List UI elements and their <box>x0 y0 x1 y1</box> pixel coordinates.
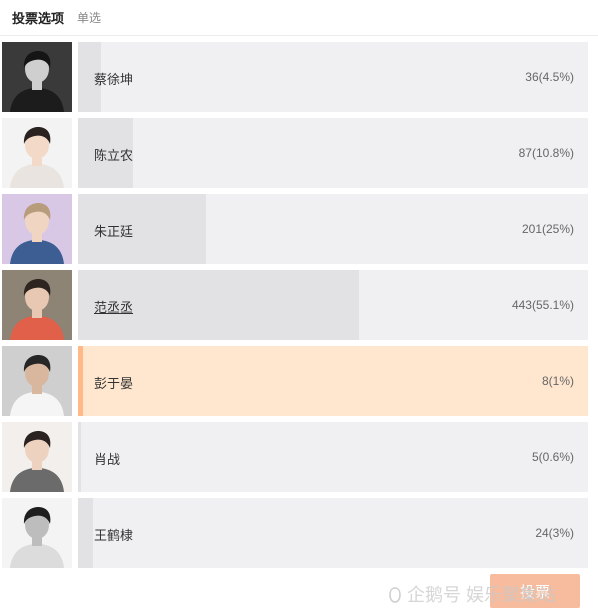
vote-percentage-fill <box>78 422 81 492</box>
candidate-photo-portrait <box>2 194 72 264</box>
candidate-name: 肖战 <box>94 452 121 467</box>
candidate-name: 范丞丞 <box>94 300 134 315</box>
poll-option[interactable]: 范丞丞 443(55.1%) <box>2 270 588 340</box>
vote-count: 443(55.1%) <box>511 298 574 312</box>
vote-count: 5(0.6%) <box>531 450 574 464</box>
vote-result-bar: 王鹤棣 24(3%) <box>78 498 588 568</box>
vote-result-bar: 朱正廷 201(25%) <box>78 194 588 264</box>
vote-result-bar: 彭于晏 8(1%) <box>78 346 588 416</box>
vote-result-bar: 范丞丞 443(55.1%) <box>78 270 588 340</box>
vote-count: 8(1%) <box>541 374 574 388</box>
candidate-photo-portrait <box>2 118 72 188</box>
vote-submit-button[interactable]: 投票 <box>490 574 580 608</box>
candidate-photo-portrait <box>2 42 72 112</box>
poll-option[interactable]: 陈立农 87(10.8%) <box>2 118 588 188</box>
vote-percentage-fill <box>78 346 83 416</box>
candidate-photo-portrait <box>2 270 72 340</box>
candidate-photo <box>2 346 72 416</box>
poll-option[interactable]: 朱正廷 201(25%) <box>2 194 588 264</box>
candidate-photo <box>2 118 72 188</box>
candidate-name: 朱正廷 <box>94 224 134 239</box>
poll-option[interactable]: 彭于晏 8(1%) <box>2 346 588 416</box>
poll-header: 投票选项 单选 <box>0 0 598 36</box>
poll-mode-label: 单选 <box>77 11 102 25</box>
poll-option[interactable]: 蔡徐坤 36(4.5%) <box>2 42 588 112</box>
candidate-photo-portrait <box>2 346 72 416</box>
candidate-photo <box>2 194 72 264</box>
candidate-photo-portrait <box>2 498 72 568</box>
candidate-name: 王鹤棣 <box>94 528 134 543</box>
poll-option[interactable]: 王鹤棣 24(3%) <box>2 498 588 568</box>
candidate-photo <box>2 270 72 340</box>
poll-option[interactable]: 肖战 5(0.6%) <box>2 422 588 492</box>
vote-count: 87(10.8%) <box>518 146 574 160</box>
vote-count: 36(4.5%) <box>525 70 574 84</box>
candidate-photo <box>2 498 72 568</box>
vote-count: 201(25%) <box>521 222 574 236</box>
candidate-name: 彭于晏 <box>94 376 134 391</box>
vote-result-bar: 蔡徐坤 36(4.5%) <box>78 42 588 112</box>
vote-result-bar: 陈立农 87(10.8%) <box>78 118 588 188</box>
vote-count: 24(3%) <box>535 526 574 540</box>
candidate-name: 蔡徐坤 <box>94 72 134 87</box>
poll-title: 投票选项 <box>12 11 65 26</box>
vote-percentage-fill <box>78 498 93 568</box>
candidate-photo <box>2 42 72 112</box>
penguin-logo-icon <box>389 587 401 603</box>
candidate-photo-portrait <box>2 422 72 492</box>
candidate-name: 陈立农 <box>94 148 134 163</box>
candidate-photo <box>2 422 72 492</box>
vote-result-bar: 肖战 5(0.6%) <box>78 422 588 492</box>
